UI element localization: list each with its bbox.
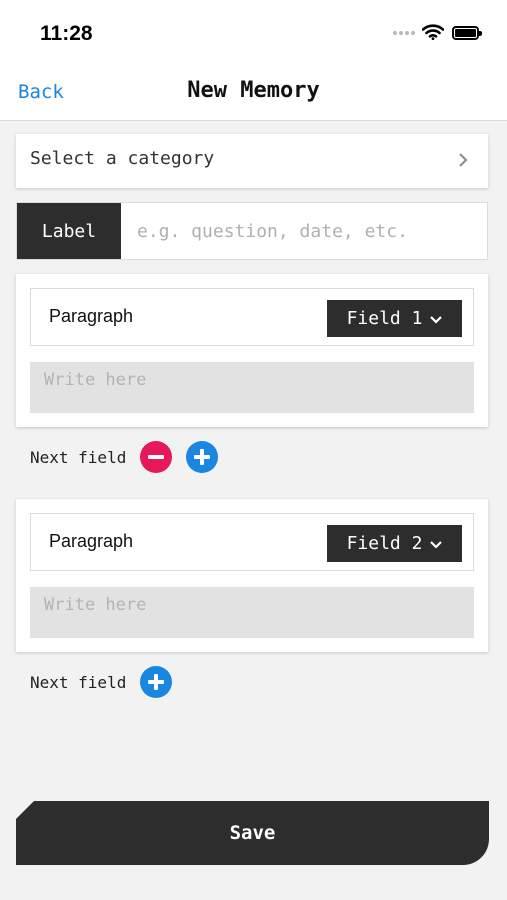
label-input[interactable] xyxy=(121,203,487,259)
next-field-label: Next field xyxy=(30,672,127,692)
field-1-dropdown[interactable]: Field 1 xyxy=(327,300,462,337)
field-type-label: Paragraph xyxy=(49,531,134,551)
status-time: 11:28 xyxy=(40,22,93,45)
field-2-dropdown[interactable]: Field 2 xyxy=(327,525,462,562)
plus-circle-icon xyxy=(194,449,211,465)
nav-bar: Back New Memory xyxy=(0,64,507,121)
field-card-header: Paragraph Field 2 xyxy=(30,513,474,571)
field-card-1: Paragraph Field 1 xyxy=(16,274,488,427)
chevron-down-icon xyxy=(430,308,443,329)
label-row: Label xyxy=(16,202,488,260)
label-tag: Label xyxy=(17,203,121,259)
page-title: New Memory xyxy=(187,78,320,103)
corner-fold xyxy=(16,801,34,819)
category-selector[interactable]: Select a category xyxy=(16,134,488,188)
next-field-label: Next field xyxy=(30,447,127,467)
wifi-icon xyxy=(421,24,445,44)
field-card-header: Paragraph Field 1 xyxy=(30,288,474,346)
category-label: Select a category xyxy=(30,148,215,169)
battery-icon xyxy=(452,26,482,40)
save-button[interactable]: Save xyxy=(16,801,489,865)
add-field-button[interactable] xyxy=(140,666,173,698)
add-field-button[interactable] xyxy=(186,441,219,473)
field-1-text-input[interactable] xyxy=(30,362,474,413)
field-2-dropdown-label: Field 2 xyxy=(346,533,423,554)
field-1-dropdown-label: Field 1 xyxy=(346,308,423,329)
field-card-2: Paragraph Field 2 xyxy=(16,499,488,652)
minus-circle-icon xyxy=(148,455,165,459)
chevron-down-icon xyxy=(430,533,443,554)
next-field-row-1: Next field xyxy=(30,440,232,474)
save-button-label: Save xyxy=(229,822,276,844)
next-field-row-2: Next field xyxy=(30,665,186,699)
signal-dots-icon xyxy=(393,31,417,50)
field-2-text-input[interactable] xyxy=(30,587,474,638)
plus-circle-icon xyxy=(148,674,165,690)
status-bar: 11:28 xyxy=(0,0,507,64)
remove-field-button[interactable] xyxy=(140,441,173,473)
chevron-right-icon xyxy=(458,152,468,172)
field-type-label: Paragraph xyxy=(49,306,134,326)
